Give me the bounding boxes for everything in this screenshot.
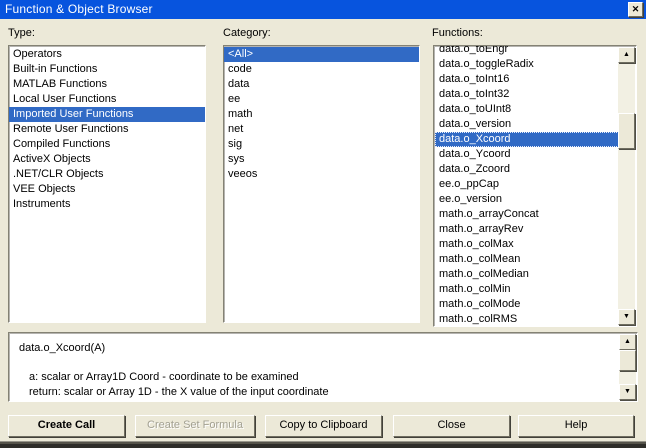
list-item[interactable]: sys: [224, 152, 419, 167]
list-item[interactable]: Instruments: [9, 197, 205, 212]
function-signature: data.o_Xcoord(A): [19, 342, 105, 354]
list-item[interactable]: Operators: [9, 47, 205, 62]
scroll-thumb[interactable]: [618, 113, 635, 149]
category-label: Category:: [223, 27, 271, 39]
list-item[interactable]: data.o_toInt32: [435, 87, 637, 102]
titlebar: Function & Object Browser ✕: [0, 0, 646, 19]
scroll-up-icon: ▲: [624, 338, 631, 345]
scroll-up-button[interactable]: ▲: [618, 47, 635, 63]
list-item[interactable]: Built-in Functions: [9, 62, 205, 77]
list-item[interactable]: sig: [224, 137, 419, 152]
list-item-selected[interactable]: Imported User Functions: [9, 107, 205, 122]
list-item[interactable]: math.o_colMax: [435, 237, 637, 252]
create-set-formula-button: Create Set Formula: [135, 415, 255, 437]
function-object-browser-dialog: Function & Object Browser ✕ Type: Catego…: [0, 0, 646, 448]
list-item[interactable]: math.o_arrayRev: [435, 222, 637, 237]
list-item[interactable]: VEE Objects: [9, 182, 205, 197]
window-title: Function & Object Browser: [5, 2, 153, 16]
list-item[interactable]: data: [224, 77, 419, 92]
list-item[interactable]: data.o_Zcoord: [435, 162, 637, 177]
list-item[interactable]: ee: [224, 92, 419, 107]
param-description: a: scalar or Array1D Coord - coordinate …: [29, 371, 299, 383]
list-item-selected[interactable]: <All>: [224, 47, 419, 62]
close-dialog-button[interactable]: Close: [393, 415, 510, 437]
list-item[interactable]: Remote User Functions: [9, 122, 205, 137]
scroll-down-button[interactable]: ▼: [618, 309, 635, 325]
list-item[interactable]: math: [224, 107, 419, 122]
list-item[interactable]: code: [224, 62, 419, 77]
type-listbox: Operators Built-in Functions MATLAB Func…: [8, 45, 206, 323]
list-item[interactable]: Compiled Functions: [9, 137, 205, 152]
list-item[interactable]: veeos: [224, 167, 419, 182]
list-item[interactable]: math.o_colMedian: [435, 267, 637, 282]
close-icon: ✕: [632, 4, 640, 14]
copy-to-clipboard-button[interactable]: Copy to Clipboard: [265, 415, 382, 437]
scroll-up-button[interactable]: ▲: [619, 334, 636, 350]
list-item[interactable]: data.o_toInt16: [435, 72, 637, 87]
list-item[interactable]: math.o_colRMS: [435, 312, 637, 327]
type-label: Type:: [8, 27, 35, 39]
return-description: return: scalar or Array 1D - the X value…: [29, 386, 329, 398]
scroll-up-icon: ▲: [623, 51, 630, 58]
description-scrollbar[interactable]: ▲ ▼: [619, 334, 636, 400]
help-button[interactable]: Help: [518, 415, 634, 437]
list-item[interactable]: Local User Functions: [9, 92, 205, 107]
functions-listbox: data.o_toEngr data.o_toggleRadix data.o_…: [433, 45, 637, 327]
list-item-selected[interactable]: data.o_Xcoord: [435, 132, 637, 147]
list-item[interactable]: ee.o_version: [435, 192, 637, 207]
scroll-down-icon: ▼: [623, 313, 630, 320]
list-item[interactable]: math.o_arrayConcat: [435, 207, 637, 222]
list-item[interactable]: net: [224, 122, 419, 137]
category-listbox: <All> code data ee math net sig sys veeo…: [223, 45, 420, 323]
list-item[interactable]: math.o_colMin: [435, 282, 637, 297]
list-item[interactable]: .NET/CLR Objects: [9, 167, 205, 182]
description-panel: data.o_Xcoord(A) a: scalar or Array1D Co…: [8, 332, 638, 402]
list-item[interactable]: data.o_toEngr: [435, 45, 637, 57]
list-item[interactable]: math.o_colMode: [435, 297, 637, 312]
list-item[interactable]: ActiveX Objects: [9, 152, 205, 167]
functions-scrollbar[interactable]: ▲ ▼: [618, 47, 635, 325]
list-item[interactable]: data.o_Ycoord: [435, 147, 637, 162]
list-item[interactable]: ee.o_ppCap: [435, 177, 637, 192]
close-button[interactable]: ✕: [628, 2, 643, 17]
scroll-thumb[interactable]: [619, 350, 636, 371]
scroll-down-icon: ▼: [624, 388, 631, 395]
list-item[interactable]: MATLAB Functions: [9, 77, 205, 92]
list-item[interactable]: data.o_toggleRadix: [435, 57, 637, 72]
scroll-down-button[interactable]: ▼: [619, 384, 636, 400]
list-item[interactable]: data.o_version: [435, 117, 637, 132]
create-call-button[interactable]: Create Call: [8, 415, 125, 437]
list-item[interactable]: data.o_toUInt8: [435, 102, 637, 117]
functions-label: Functions:: [432, 27, 483, 39]
window-bottom-edge: [0, 441, 646, 448]
list-item[interactable]: math.o_colMean: [435, 252, 637, 267]
